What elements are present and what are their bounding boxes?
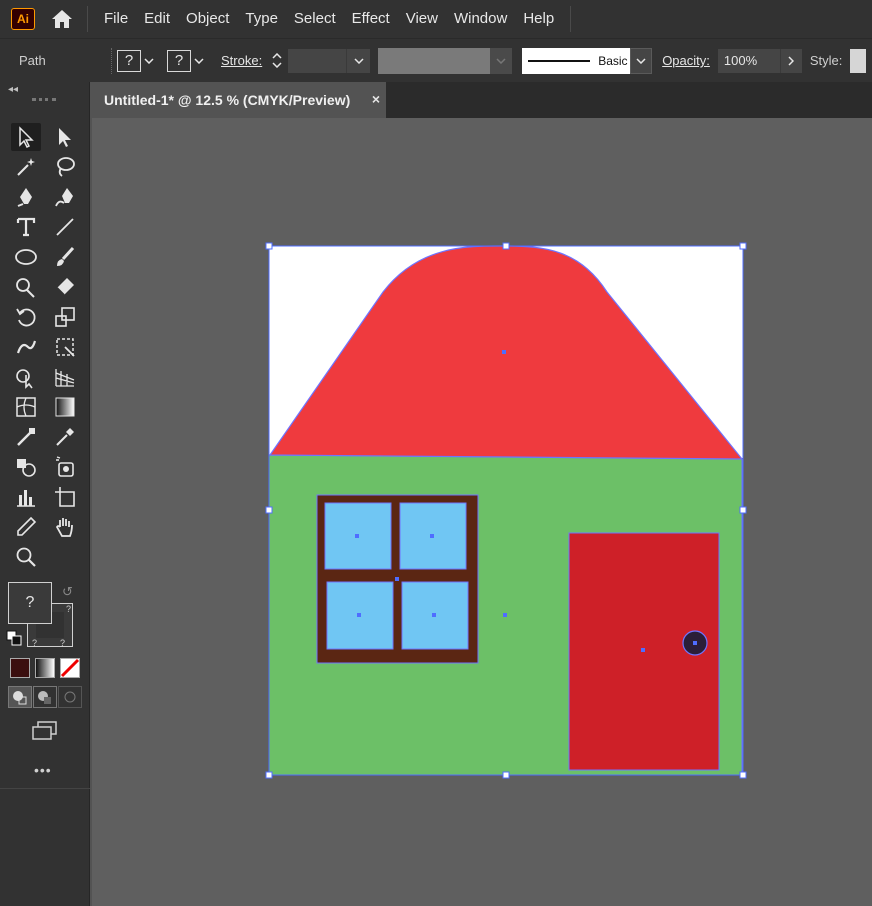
center-point-window (395, 577, 399, 581)
center-point-pane (355, 534, 359, 538)
center-point-roof (502, 350, 506, 354)
handle-top-center[interactable] (502, 242, 510, 250)
center-point-pane (357, 613, 361, 617)
handle-middle-left[interactable] (265, 506, 273, 514)
handle-top-right[interactable] (739, 242, 747, 250)
center-point-wall (503, 613, 507, 617)
handle-bottom-right[interactable] (739, 771, 747, 779)
handle-middle-right[interactable] (739, 506, 747, 514)
artboard-artwork[interactable] (0, 0, 872, 906)
center-point-door (641, 648, 645, 652)
center-point-knob (693, 641, 697, 645)
center-point-pane (430, 534, 434, 538)
center-point-pane (432, 613, 436, 617)
handle-bottom-left[interactable] (265, 771, 273, 779)
handle-top-left[interactable] (265, 242, 273, 250)
handle-bottom-center[interactable] (502, 771, 510, 779)
